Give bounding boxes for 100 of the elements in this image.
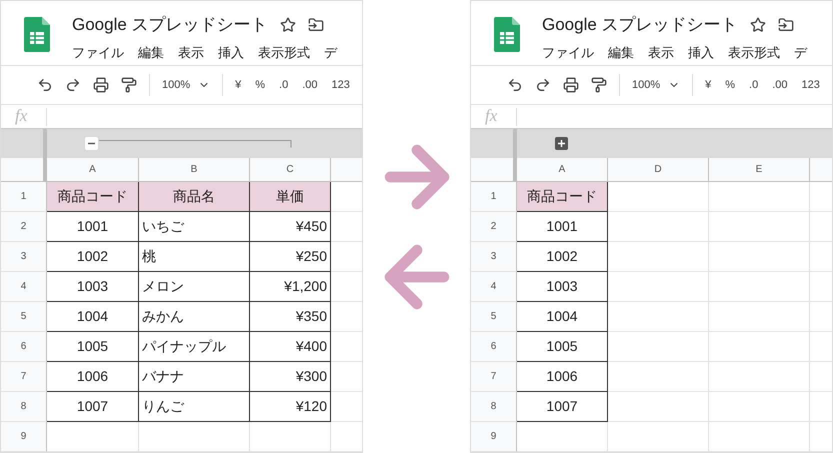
row-number[interactable]: 5: [1, 302, 47, 332]
header-cell: 単価: [250, 182, 331, 212]
header-cell: 商品コード: [47, 182, 139, 212]
table-cell: 1004: [47, 302, 139, 332]
paint-format-icon[interactable]: [591, 77, 607, 93]
table-cell: 1006: [47, 362, 139, 392]
row-number[interactable]: 6: [471, 332, 517, 362]
menu-item[interactable]: 編集: [608, 42, 634, 62]
format-button[interactable]: .0: [749, 76, 758, 94]
format-button[interactable]: .00: [302, 76, 318, 94]
table-cell: 1001: [47, 212, 139, 242]
table-cell: 1004: [517, 302, 608, 332]
row-number[interactable]: 9: [1, 422, 47, 452]
document-title: Google スプレッドシート: [542, 14, 738, 36]
row-number[interactable]: 2: [471, 212, 517, 242]
row-number[interactable]: 7: [1, 362, 47, 392]
column-header[interactable]: D: [608, 158, 709, 181]
undo-icon[interactable]: [507, 77, 523, 93]
folder-icon[interactable]: [778, 16, 794, 33]
table-cell: 1006: [517, 362, 608, 392]
column-header[interactable]: A: [517, 158, 608, 181]
format-button[interactable]: .0: [279, 76, 288, 94]
format-button[interactable]: ¥: [705, 76, 712, 94]
table-cell: メロン: [139, 272, 250, 302]
row-number[interactable]: 8: [1, 392, 47, 422]
table-cell: バナナ: [139, 362, 250, 392]
column-header[interactable]: E: [709, 158, 810, 181]
format-button[interactable]: %: [725, 76, 736, 94]
menu-item[interactable]: 挿入: [218, 42, 244, 62]
table-cell: 1007: [47, 392, 139, 422]
column-header[interactable]: B: [139, 158, 250, 181]
header-cell: 商品名: [139, 182, 250, 212]
column-header[interactable]: C: [250, 158, 331, 181]
row-number[interactable]: 9: [471, 422, 517, 452]
menu-item[interactable]: 表示形式: [258, 42, 310, 62]
redo-icon[interactable]: [535, 77, 551, 93]
table-cell: ¥350: [250, 302, 331, 332]
table-cell: パイナップル: [139, 332, 250, 362]
folder-icon[interactable]: [308, 16, 324, 33]
star-icon[interactable]: [280, 16, 296, 33]
row-number[interactable]: 7: [471, 362, 517, 392]
table-cell: 1007: [517, 392, 608, 422]
document-title: Google スプレッドシート: [72, 14, 268, 36]
menu-item[interactable]: デ: [794, 42, 807, 62]
column-header[interactable]: A: [47, 158, 139, 181]
table-cell: ¥400: [250, 332, 331, 362]
paint-format-icon[interactable]: [121, 77, 137, 93]
row-number[interactable]: 3: [471, 242, 517, 272]
row-number[interactable]: 3: [1, 242, 47, 272]
format-button[interactable]: 123: [332, 76, 350, 94]
menu-item[interactable]: ファイル: [542, 42, 594, 62]
star-icon[interactable]: [750, 16, 766, 33]
menu-item[interactable]: 表示: [648, 42, 674, 62]
plus-icon: [557, 139, 566, 148]
row-number[interactable]: 4: [471, 272, 517, 302]
sheets-logo-icon: [494, 17, 520, 52]
menu-item[interactable]: ファイル: [72, 42, 124, 62]
table-cell: 1003: [47, 272, 139, 302]
table-cell: 1005: [517, 332, 608, 362]
table-cell: 1002: [47, 242, 139, 272]
table-cell: ¥120: [250, 392, 331, 422]
row-number[interactable]: 4: [1, 272, 47, 302]
table-cell: 1005: [47, 332, 139, 362]
sheets-logo-icon: [24, 17, 50, 52]
menu-item[interactable]: デ: [324, 42, 337, 62]
table-cell: ¥1,200: [250, 272, 331, 302]
table-cell: 桃: [139, 242, 250, 272]
formula-label: fx: [471, 108, 517, 126]
row-number[interactable]: 8: [471, 392, 517, 422]
row-number[interactable]: 1: [1, 182, 47, 212]
menu-item[interactable]: 表示形式: [728, 42, 780, 62]
collapse-group-button[interactable]: [85, 137, 98, 150]
menu-item[interactable]: 挿入: [688, 42, 714, 62]
expand-group-button[interactable]: [555, 137, 568, 150]
print-icon[interactable]: [93, 77, 109, 93]
row-number[interactable]: 2: [1, 212, 47, 242]
table-cell: 1001: [517, 212, 608, 242]
undo-icon[interactable]: [37, 77, 53, 93]
table-cell: りんご: [139, 392, 250, 422]
format-button[interactable]: %: [255, 76, 266, 94]
table-cell: ¥250: [250, 242, 331, 272]
table-cell: みかん: [139, 302, 250, 332]
zoom-dropdown[interactable]: 100%: [632, 76, 680, 94]
redo-icon[interactable]: [65, 77, 81, 93]
row-number[interactable]: 1: [471, 182, 517, 212]
format-button[interactable]: 123: [802, 76, 820, 94]
format-button[interactable]: ¥: [235, 76, 242, 94]
table-cell: 1003: [517, 272, 608, 302]
table-cell: いちご: [139, 212, 250, 242]
table-cell: ¥300: [250, 362, 331, 392]
menu-item[interactable]: 表示: [178, 42, 204, 62]
row-number[interactable]: 5: [471, 302, 517, 332]
zoom-dropdown[interactable]: 100%: [162, 76, 210, 94]
table-cell: 1002: [517, 242, 608, 272]
menu-item[interactable]: 編集: [138, 42, 164, 62]
table-cell: ¥450: [250, 212, 331, 242]
format-button[interactable]: .00: [772, 76, 788, 94]
row-number[interactable]: 6: [1, 332, 47, 362]
print-icon[interactable]: [563, 77, 579, 93]
header-cell: 商品コード: [517, 182, 608, 212]
